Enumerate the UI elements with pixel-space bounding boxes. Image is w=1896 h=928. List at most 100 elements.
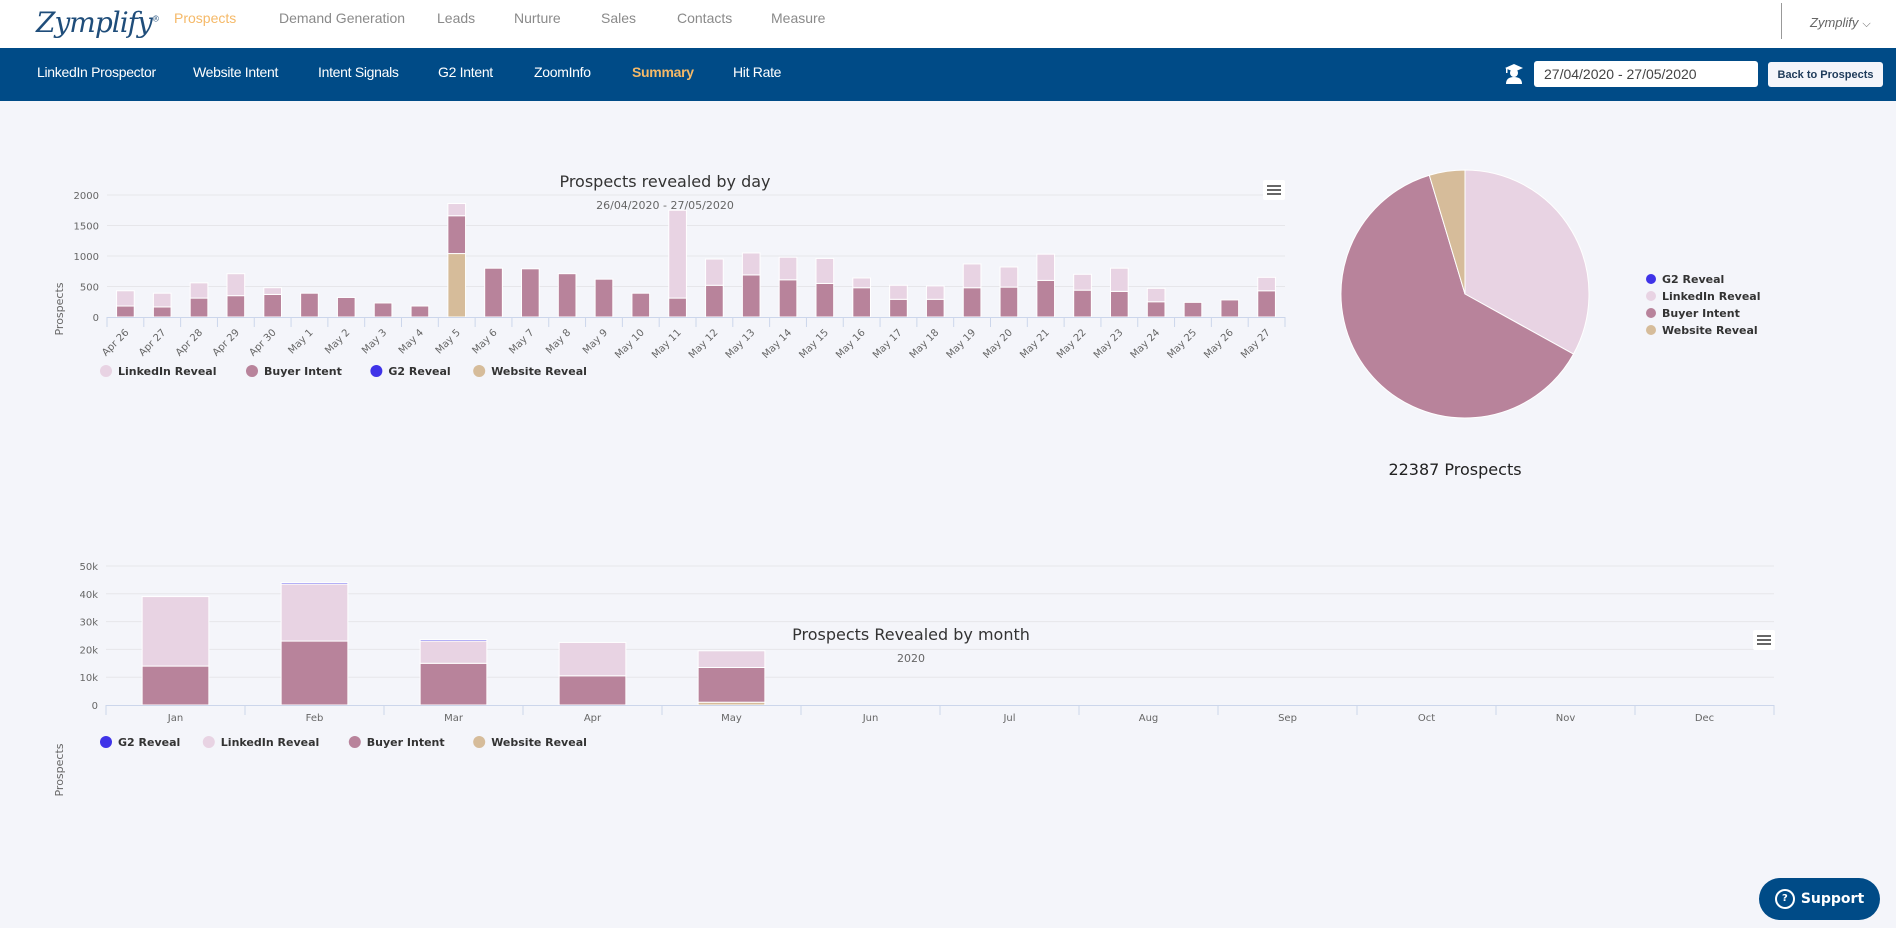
date-range-input[interactable] xyxy=(1534,61,1758,87)
top-navigation: Zymplify® Prospects Demand Generation Le… xyxy=(0,0,1896,48)
pie-legend-marker-g2 xyxy=(1646,274,1656,284)
monthly-chart-menu-button[interactable] xyxy=(1753,630,1775,650)
monthly-bar-buyer xyxy=(141,665,210,706)
tab-summary[interactable]: Summary xyxy=(632,64,694,80)
daily-x-tick-label: May 26 xyxy=(1202,327,1236,361)
pie-legend-label: LinkedIn Reveal xyxy=(1662,290,1760,303)
registered-mark: ® xyxy=(151,14,160,24)
monthly-chart-subtitle: 2020 xyxy=(897,652,925,665)
monthly-y-tick-label: 50k xyxy=(79,562,98,573)
logo-text: Zymplify xyxy=(36,6,153,39)
monthly-bar-linkedin xyxy=(280,583,349,642)
daily-bar-buyer xyxy=(925,298,945,318)
daily-x-tick-label: May 10 xyxy=(613,327,647,361)
daily-bar-buyer xyxy=(778,279,798,318)
daily-bar-linkedin xyxy=(741,252,761,276)
daily-x-tick-label: May 21 xyxy=(1018,327,1052,361)
daily-bar-chart: Prospects revealed by day 26/04/2020 - 2… xyxy=(53,172,1286,378)
daily-bar-buyer xyxy=(1110,290,1129,318)
daily-x-tick-label: May 4 xyxy=(397,327,426,356)
monthly-legend-label: G2 Reveal xyxy=(118,736,180,749)
tab-zoominfo[interactable]: ZoomInfo xyxy=(534,64,591,80)
graduation-cap-user-icon[interactable] xyxy=(1503,63,1525,85)
daily-legend-label: LinkedIn Reveal xyxy=(118,365,216,378)
daily-x-tick-label: May 3 xyxy=(360,327,389,356)
daily-x-tick-label: May 8 xyxy=(544,327,573,356)
daily-bar-linkedin xyxy=(447,203,467,217)
monthly-x-tick-label: Oct xyxy=(1418,713,1435,724)
total-prospects-label: 22387 Prospects xyxy=(1388,460,1521,479)
daily-bar-linkedin xyxy=(889,284,908,300)
monthly-bar-buyer xyxy=(558,675,627,706)
daily-bar-buyer xyxy=(410,305,430,318)
monthly-chart-title: Prospects Revealed by month xyxy=(792,625,1030,644)
daily-bar-buyer xyxy=(668,297,687,318)
daily-bar-linkedin xyxy=(226,273,246,297)
monthly-y-tick-label: 10k xyxy=(79,673,98,684)
tab-g2-intent[interactable]: G2 Intent xyxy=(438,64,493,80)
daily-bar-linkedin xyxy=(1257,276,1276,292)
menu-line xyxy=(1757,635,1771,637)
tab-intent-signals[interactable]: Intent Signals xyxy=(318,64,399,80)
daily-x-tick-label: May 24 xyxy=(1129,327,1163,361)
nav-item-contacts[interactable]: Contacts xyxy=(677,10,732,26)
daily-bar-linkedin xyxy=(999,266,1019,288)
monthly-bar-buyer xyxy=(280,640,349,706)
monthly-legend-marker-website xyxy=(473,736,486,748)
daily-x-tick-label: May 13 xyxy=(724,327,758,361)
daily-chart-menu-button[interactable] xyxy=(1263,180,1285,200)
nav-item-leads[interactable]: Leads xyxy=(437,10,475,26)
monthly-x-tick-label: Feb xyxy=(306,713,324,724)
nav-item-sales[interactable]: Sales xyxy=(601,10,636,26)
daily-bar-buyer xyxy=(741,274,761,318)
prospects-pie-chart: G2 Reveal LinkedIn Reveal Buyer Intent Webs… xyxy=(1340,169,1760,479)
daily-bar-buyer xyxy=(484,267,503,318)
daily-bar-buyer xyxy=(1146,301,1166,318)
menu-line xyxy=(1267,189,1281,191)
back-to-prospects-button[interactable]: Back to Prospects xyxy=(1768,62,1883,87)
daily-bar-buyer xyxy=(1073,289,1092,318)
monthly-bar-g2 xyxy=(419,639,488,642)
nav-item-demand-generation[interactable]: Demand Generation xyxy=(279,10,405,26)
pie-legend-label: Website Reveal xyxy=(1662,324,1758,337)
daily-legend-marker-g2 xyxy=(370,365,383,377)
daily-x-tick-label: May 20 xyxy=(981,327,1015,361)
daily-x-tick-label: Apr 28 xyxy=(174,327,205,358)
daily-x-tick-label: May 16 xyxy=(834,327,868,361)
daily-legend-label: Buyer Intent xyxy=(264,365,342,378)
daily-bar-buyer xyxy=(116,305,135,318)
monthly-y-axis-title: Prospects xyxy=(53,743,66,796)
nav-divider xyxy=(1781,3,1782,39)
menu-line xyxy=(1757,643,1771,645)
tab-linkedin-prospector[interactable]: LinkedIn Prospector xyxy=(37,64,156,80)
monthly-bar-linkedin xyxy=(558,641,627,677)
daily-legend-marker-linkedin xyxy=(100,365,112,377)
nav-item-nurture[interactable]: Nurture xyxy=(514,10,561,26)
daily-bar-buyer xyxy=(300,292,319,318)
daily-x-tick-label: Apr 27 xyxy=(137,327,168,358)
daily-x-tick-label: May 1 xyxy=(286,327,315,356)
nav-item-measure[interactable]: Measure xyxy=(771,10,825,26)
account-menu[interactable]: Zymplify ⌵ xyxy=(1810,15,1871,31)
pie-legend-marker-website xyxy=(1646,325,1656,335)
nav-item-prospects[interactable]: Prospects xyxy=(174,10,236,26)
monthly-bar-linkedin xyxy=(697,650,766,668)
daily-bar-website xyxy=(447,253,467,318)
monthly-x-tick-label: Apr xyxy=(584,713,602,724)
daily-legend-marker-buyer xyxy=(246,365,258,377)
menu-line xyxy=(1267,185,1281,187)
daily-x-tick-label: May 15 xyxy=(797,327,831,361)
daily-bar-buyer xyxy=(1036,279,1056,318)
daily-bar-linkedin xyxy=(1073,273,1092,291)
support-button[interactable]: ? Support xyxy=(1759,878,1880,920)
tab-website-intent[interactable]: Website Intent xyxy=(193,64,278,80)
zymplify-logo[interactable]: Zymplify® xyxy=(36,6,160,39)
tab-hit-rate[interactable]: Hit Rate xyxy=(733,64,781,80)
monthly-legend-label: LinkedIn Reveal xyxy=(221,736,319,749)
daily-bar-linkedin xyxy=(668,209,687,299)
monthly-y-tick-label: 30k xyxy=(79,618,98,629)
daily-bar-buyer xyxy=(189,297,209,318)
monthly-x-tick-label: Jun xyxy=(862,713,879,724)
account-name: Zymplify xyxy=(1810,15,1859,30)
monthly-x-tick-label: Mar xyxy=(444,713,464,724)
